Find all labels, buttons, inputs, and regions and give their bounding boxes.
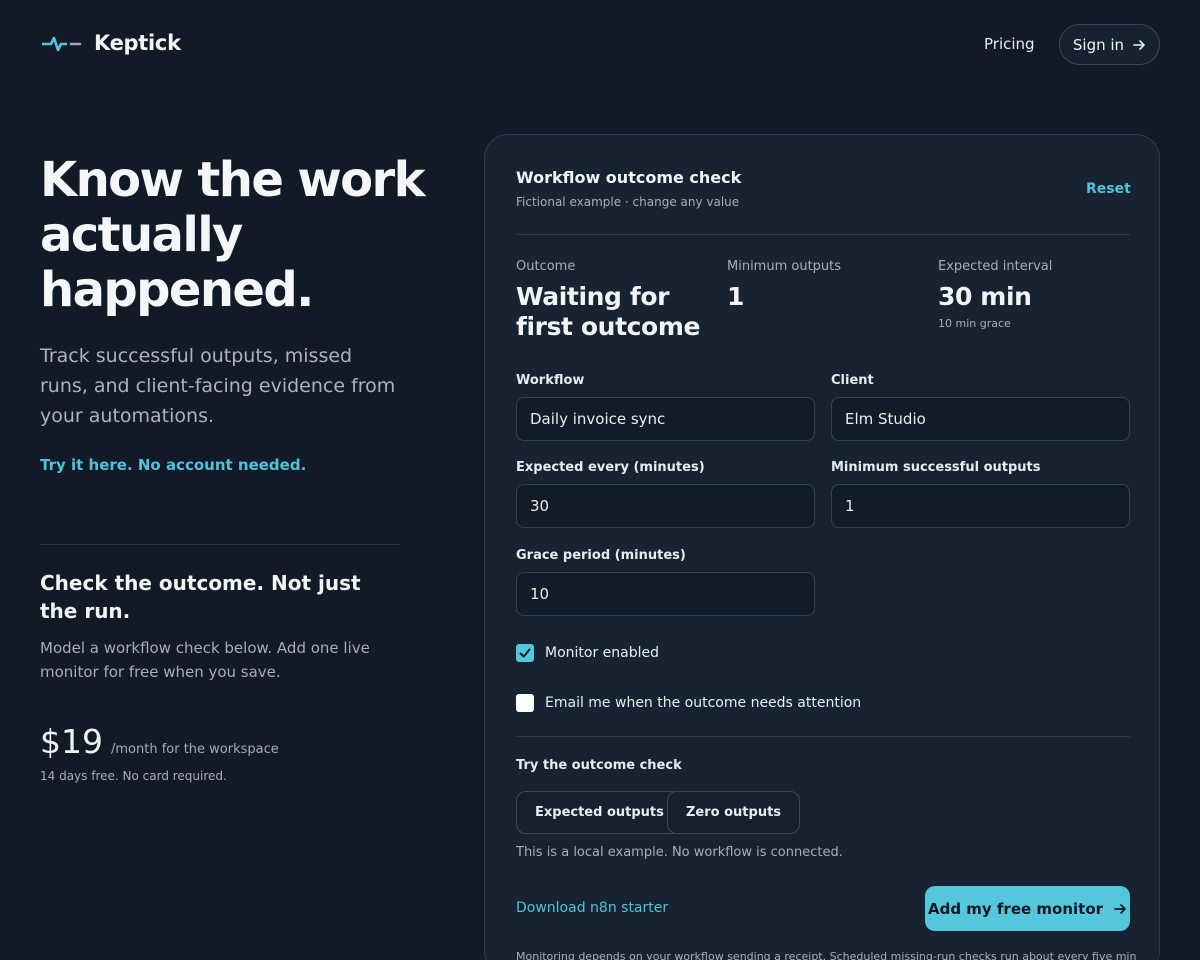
- primary-button-label: Add my free monitor: [927, 899, 1104, 918]
- stat-expected-interval: Expected interval 30 min 10 min grace: [938, 259, 1138, 330]
- brand-name: Keptick: [94, 31, 181, 55]
- fine-print: Monitoring depends on your workflow send…: [516, 950, 1136, 960]
- top-bar: Keptick Pricing Sign in: [0, 0, 1200, 90]
- card-title: Workflow outcome check: [516, 168, 742, 187]
- workflow-input[interactable]: [516, 397, 815, 441]
- brand-logo[interactable]: Keptick: [42, 31, 181, 55]
- monitor-enabled-checkbox[interactable]: Monitor enabled: [516, 644, 659, 662]
- grace-period-input[interactable]: [516, 572, 815, 616]
- section-title: Check the outcome. Not just the run.: [40, 571, 361, 623]
- expected-every-input[interactable]: [516, 484, 815, 528]
- stat-label: Outcome: [516, 259, 576, 274]
- try-label: Try the outcome check: [516, 758, 682, 773]
- stat-label: Minimum outputs: [727, 259, 842, 274]
- client-label: Client: [831, 373, 874, 388]
- card-divider: [516, 234, 1130, 235]
- min-success-label: Minimum successful outputs: [831, 460, 1041, 475]
- download-starter-link[interactable]: Download n8n starter: [516, 900, 668, 916]
- add-free-monitor-button[interactable]: Add my free monitor: [925, 886, 1130, 931]
- stat-outcome: Outcome Waiting for first outcome: [516, 259, 716, 342]
- stat-value: 30 min: [938, 282, 1032, 311]
- stat-label: Expected interval: [938, 259, 1053, 274]
- checkbox-unchecked-icon[interactable]: [516, 694, 534, 712]
- hero-title: Know the work actually happened.: [40, 152, 426, 318]
- try-it-link[interactable]: Try it here. No account needed.: [40, 456, 306, 474]
- price-note: 14 days free. No card required.: [40, 769, 227, 783]
- reset-button[interactable]: Reset: [1086, 181, 1131, 197]
- workflow-check-card: Workflow outcome check Fictional example…: [484, 134, 1160, 960]
- zero-outputs-button[interactable]: Zero outputs: [667, 791, 801, 834]
- stat-minimum-outputs: Minimum outputs 1: [727, 259, 927, 312]
- workflow-label: Workflow: [516, 373, 585, 388]
- card-divider: [516, 736, 1130, 737]
- checkbox-checked-icon[interactable]: [516, 644, 534, 662]
- expected-outputs-button[interactable]: Expected outputs: [516, 791, 683, 834]
- hero-subtitle: Track successful outputs, missed runs, a…: [40, 345, 396, 427]
- arrow-right-icon: [1133, 39, 1145, 50]
- email-alert-checkbox[interactable]: Email me when the outcome needs attentio…: [516, 694, 861, 712]
- stat-note: 10 min grace: [938, 317, 1011, 330]
- client-input[interactable]: [831, 397, 1130, 441]
- price: $19 /month for the workspace: [40, 722, 279, 761]
- checkbox-label: Monitor enabled: [545, 645, 660, 661]
- grace-period-label: Grace period (minutes): [516, 548, 686, 563]
- expected-every-label: Expected every (minutes): [516, 460, 705, 475]
- local-example-note: This is a local example. No workflow is …: [516, 845, 843, 860]
- sign-in-label: Sign in: [1072, 35, 1125, 54]
- card-subtitle: Fictional example · change any value: [516, 195, 740, 209]
- checkbox-label: Email me when the outcome needs attentio…: [545, 695, 862, 711]
- nav-pricing-link[interactable]: Pricing: [984, 35, 1035, 53]
- sign-in-button[interactable]: Sign in: [1059, 24, 1160, 65]
- price-amount: $19: [40, 722, 103, 761]
- pulse-logo-icon: [42, 36, 82, 52]
- stat-value: Waiting for first outcome: [516, 282, 701, 341]
- section-text: Model a workflow check below. Add one li…: [40, 639, 370, 681]
- min-success-input[interactable]: [831, 484, 1130, 528]
- divider: [40, 544, 400, 545]
- stat-value: 1: [727, 282, 744, 311]
- arrow-right-icon: [1114, 903, 1126, 914]
- price-unit: /month for the workspace: [111, 742, 279, 757]
